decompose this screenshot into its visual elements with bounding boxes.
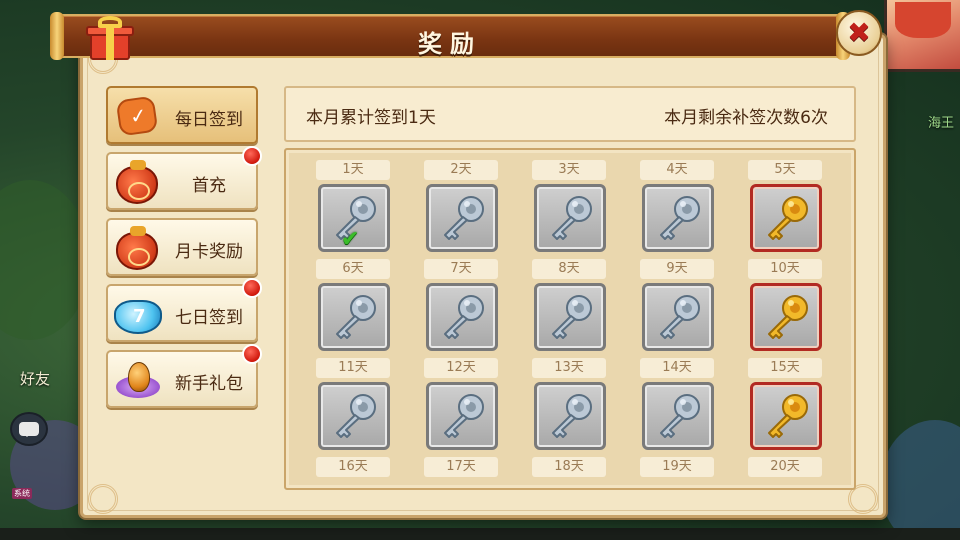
egg-icon	[112, 356, 162, 404]
day-label: 9天	[640, 259, 714, 279]
tab-label: 月卡奖励	[175, 242, 243, 262]
player-avatar[interactable]	[884, 0, 960, 72]
title-bar: 奖励	[50, 12, 850, 60]
silver-key-icon	[444, 196, 484, 240]
day-label: 20天	[748, 457, 822, 477]
friend-label[interactable]: 好友	[20, 368, 50, 389]
tab-monthly-card[interactable]: 月卡奖励	[106, 218, 258, 276]
silver-key-icon	[660, 295, 700, 339]
tab-seven-day-sign-in[interactable]: 七日签到	[106, 278, 262, 342]
reward-cell[interactable]	[426, 184, 498, 252]
gold-key-icon	[768, 394, 808, 438]
reward-cell[interactable]	[642, 382, 714, 450]
silver-key-icon	[552, 295, 592, 339]
silver-key-icon	[552, 196, 592, 240]
gift-box-icon	[86, 16, 134, 62]
silver-key-icon	[660, 196, 700, 240]
notification-dot	[242, 146, 262, 166]
silver-key-icon	[336, 394, 376, 438]
background-foliage	[0, 180, 90, 340]
chat-line: 系统	[12, 488, 82, 502]
reward-cell[interactable]	[426, 283, 498, 351]
tab-first-recharge[interactable]: 首充	[106, 146, 262, 210]
reward-cell[interactable]	[750, 283, 822, 351]
day-label: 10天	[748, 259, 822, 279]
remaining-makeup-text: 本月剩余补签次数6次	[664, 108, 828, 128]
day-label: 8天	[532, 259, 606, 279]
tab-label: 新手礼包	[175, 374, 243, 394]
silver-key-icon	[336, 295, 376, 339]
reward-cell[interactable]	[642, 184, 714, 252]
tab-label: 每日签到	[175, 110, 243, 130]
notification-dot	[242, 278, 262, 298]
sign-in-info-bar: 本月累计签到1天 本月剩余补签次数6次	[284, 86, 856, 142]
gold-key-icon	[768, 295, 808, 339]
day-label: 3天	[532, 160, 606, 180]
day-label: 15天	[748, 358, 822, 378]
tab-label: 七日签到	[175, 308, 243, 328]
day-label: 11天	[316, 358, 390, 378]
day-label: 19天	[640, 457, 714, 477]
tab-daily-sign-in[interactable]: 每日签到	[106, 86, 258, 144]
chat-system-tag: 系统	[12, 488, 32, 499]
background-foliage	[880, 420, 960, 540]
bottom-bar	[0, 528, 960, 540]
day-label: 4天	[640, 160, 714, 180]
silver-key-icon	[660, 394, 700, 438]
day-label: 5天	[748, 160, 822, 180]
day-label: 1天	[316, 160, 390, 180]
day-label: 6天	[316, 259, 390, 279]
close-button[interactable]: ✖	[836, 10, 882, 56]
corner-ornament	[88, 484, 118, 514]
sign-in-icon	[112, 92, 162, 140]
reward-cell[interactable]	[318, 382, 390, 450]
silver-key-icon	[444, 394, 484, 438]
check-icon: ✔	[341, 227, 360, 252]
dialog-title: 奖励	[418, 30, 482, 58]
seven-bag-icon	[112, 290, 162, 338]
reward-cell[interactable]	[750, 184, 822, 252]
gold-key-icon	[768, 196, 808, 240]
silver-key-icon	[552, 394, 592, 438]
silver-key-icon	[444, 295, 484, 339]
background-side-text: 海王	[928, 116, 955, 131]
day-label: 12天	[424, 358, 498, 378]
day-label: 17天	[424, 457, 498, 477]
chat-button[interactable]	[10, 412, 48, 446]
reward-cell[interactable]	[750, 382, 822, 450]
tab-label: 首充	[192, 176, 226, 196]
notification-dot	[242, 344, 262, 364]
reward-cell[interactable]	[534, 184, 606, 252]
money-bag-icon	[112, 158, 162, 206]
reward-cell[interactable]: ✔	[318, 184, 390, 252]
day-label: 14天	[640, 358, 714, 378]
reward-cell[interactable]	[534, 283, 606, 351]
reward-cell[interactable]	[642, 283, 714, 351]
day-label: 13天	[532, 358, 606, 378]
money-bag-icon	[112, 224, 162, 272]
reward-cell[interactable]	[426, 382, 498, 450]
signed-days-text: 本月累计签到1天	[306, 108, 436, 128]
day-label: 2天	[424, 160, 498, 180]
day-label: 16天	[316, 457, 390, 477]
reward-cell[interactable]	[534, 382, 606, 450]
day-label: 7天	[424, 259, 498, 279]
day-label: 18天	[532, 457, 606, 477]
reward-cell[interactable]	[318, 283, 390, 351]
chat-bubble-icon	[19, 422, 39, 437]
close-icon: ✖	[847, 16, 871, 49]
tab-newbie-pack[interactable]: 新手礼包	[106, 344, 262, 408]
